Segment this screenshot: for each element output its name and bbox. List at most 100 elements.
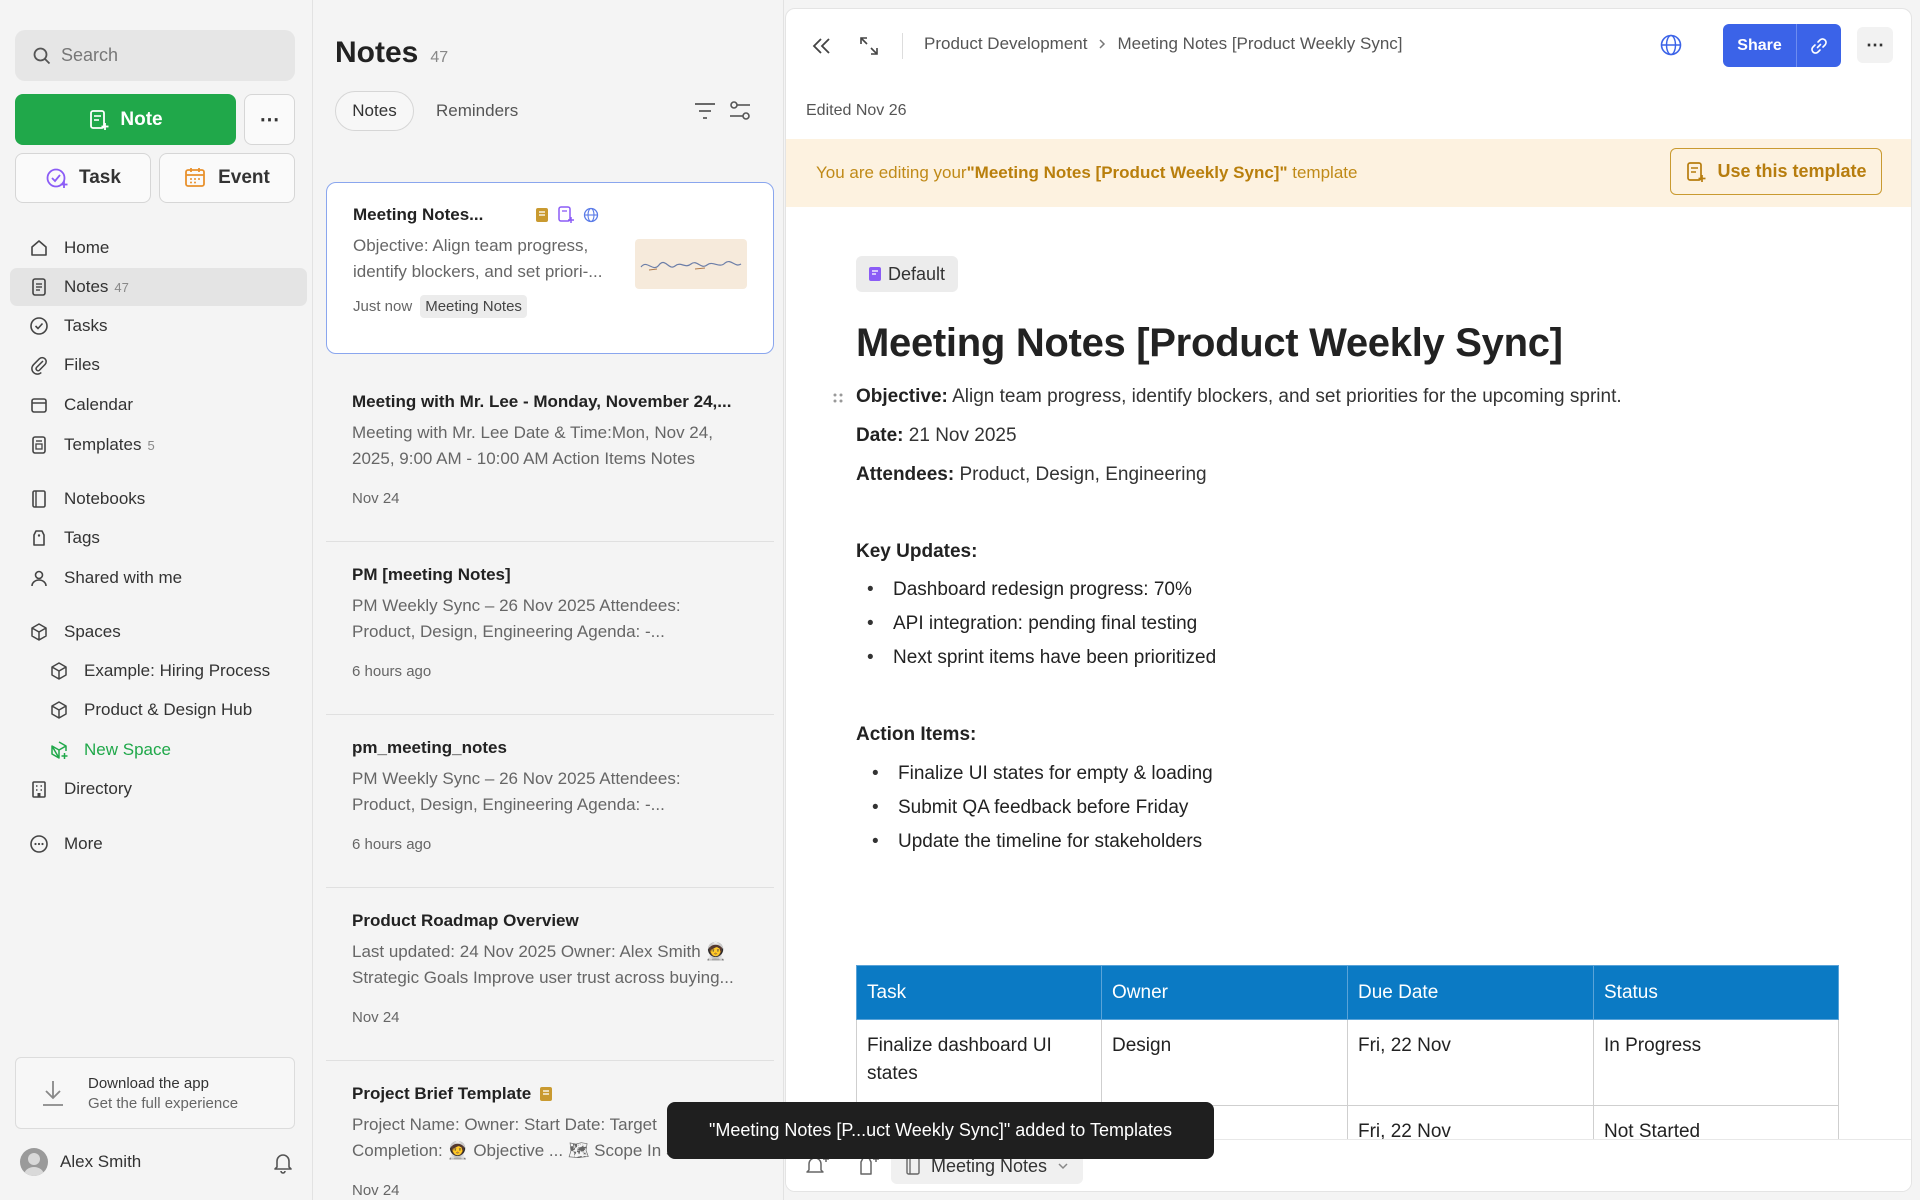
table-cell[interactable]: Fri, 22 Nov [1347, 1019, 1594, 1106]
tab-notes[interactable]: Notes [335, 91, 414, 131]
sidebar-item-spaces[interactable]: Spaces [10, 613, 307, 651]
more-options-button[interactable]: ⋯ [1857, 27, 1893, 63]
sidebar-item-label: Example: Hiring Process [84, 661, 271, 680]
action-items-heading[interactable]: Action Items: [856, 724, 976, 746]
sidebar-item-notebooks[interactable]: Notebooks [10, 480, 307, 518]
drag-handle-icon[interactable] [831, 391, 845, 407]
download-icon [40, 1078, 66, 1108]
date-line[interactable]: Date: 21 Nov 2025 [856, 425, 1017, 447]
note-card-title: Project Brief Template [352, 1084, 532, 1103]
note-card[interactable]: Meeting with Mr. Lee - Monday, November … [326, 370, 774, 542]
note-title[interactable]: Meeting Notes [Product Weekly Sync] [856, 321, 1563, 366]
sidebar-item-templates[interactable]: Templates 5 [10, 426, 307, 464]
note-icon [28, 276, 50, 298]
tab-reminders[interactable]: Reminders [436, 91, 518, 131]
note-editor: Product Development Meeting Notes [Produ… [785, 8, 1912, 1192]
note-card-title: pm_meeting_notes [352, 738, 507, 757]
collapse-panel-icon[interactable] [811, 35, 833, 57]
list-item[interactable]: Next sprint items have been prioritized [867, 647, 1216, 669]
sidebar-item-tags[interactable]: Tags [10, 519, 307, 557]
link-icon[interactable] [1797, 24, 1841, 67]
globe-icon[interactable] [1659, 33, 1683, 57]
list-item[interactable]: Submit QA feedback before Friday [872, 797, 1188, 819]
table-header[interactable]: Owner [1101, 965, 1348, 1020]
cube-icon [48, 660, 70, 682]
sidebar-item-shared[interactable]: Shared with me [10, 559, 307, 597]
key-updates-heading[interactable]: Key Updates: [856, 541, 977, 563]
sidebar-item-space-hiring[interactable]: Example: Hiring Process [10, 652, 307, 690]
sidebar-item-directory[interactable]: Directory [10, 770, 307, 808]
list-item[interactable]: Finalize UI states for empty & loading [872, 763, 1213, 785]
user-profile[interactable]: Alex Smith [20, 1146, 295, 1178]
user-name: Alex Smith [60, 1152, 142, 1171]
filter-icon[interactable] [693, 100, 717, 122]
table-cell[interactable]: Design [1101, 1019, 1348, 1106]
more-create-button[interactable]: ⋯ [244, 94, 295, 145]
key-updates-label: Key Updates: [856, 541, 978, 562]
attendees-text: Product, Design, Engineering [954, 464, 1207, 485]
expand-icon[interactable] [858, 35, 880, 57]
template-icon [28, 434, 50, 456]
table-header[interactable]: Task [856, 965, 1102, 1020]
notebook-icon [905, 1157, 921, 1175]
note-card[interactable]: pm_meeting_notes PM Weekly Sync – 26 Nov… [326, 716, 774, 888]
table-cell[interactable]: Finalize dashboard UI states [856, 1019, 1102, 1106]
sidebar-item-calendar[interactable]: Calendar [10, 386, 307, 424]
note-card-preview: Last updated: 24 Nov 2025 Owner: Alex Sm… [352, 942, 734, 987]
search-placeholder: Search [61, 45, 119, 65]
sidebar-item-home[interactable]: Home [10, 229, 307, 267]
new-note-button[interactable]: Note [15, 94, 236, 145]
list-count: 47 [430, 49, 449, 66]
sidebar-item-label: More [64, 834, 103, 853]
calendar-icon [28, 394, 50, 416]
date-text: 21 Nov 2025 [903, 425, 1017, 446]
search-input[interactable]: Search [15, 30, 295, 81]
note-card-date: Nov 24 [352, 1182, 400, 1199]
attendees-line[interactable]: Attendees: Product, Design, Engineering [856, 464, 1207, 486]
sidebar-item-label: Notes [64, 277, 109, 296]
use-template-button[interactable]: Use this template [1670, 148, 1882, 195]
sidebar-item-space-design[interactable]: Product & Design Hub [10, 691, 307, 729]
sidebar-item-new-space[interactable]: New Space [10, 731, 307, 769]
objective-line[interactable]: Objective: Align team progress, identify… [856, 386, 1622, 408]
sidebar-item-tasks[interactable]: Tasks [10, 307, 307, 345]
sidebar-item-files[interactable]: Files [10, 346, 307, 384]
sidebar-item-notes[interactable]: Notes 47 [10, 268, 307, 306]
objective-label: Objective: [856, 386, 948, 407]
notebook-default-chip[interactable]: Default [856, 256, 959, 292]
sidebar-item-more[interactable]: More [10, 825, 307, 863]
sidebar-item-label: Files [64, 355, 100, 374]
paperclip-icon [28, 354, 50, 376]
breadcrumb-parent[interactable]: Product Development [924, 34, 1087, 54]
list-item[interactable]: API integration: pending final testing [867, 613, 1197, 635]
cube-add-icon [48, 739, 70, 761]
sidebar-item-label: Tags [64, 528, 100, 547]
note-thumbnail [635, 239, 747, 289]
download-title: Download the app [88, 1074, 209, 1092]
list-item[interactable]: Dashboard redesign progress: 70% [867, 579, 1192, 601]
note-card[interactable]: Product Roadmap Overview Last updated: 2… [326, 889, 774, 1061]
table-header[interactable]: Due Date [1347, 965, 1594, 1020]
note-card-title: Meeting Notes... [353, 205, 484, 224]
download-app-banner[interactable]: Download the app Get the full experience [15, 1057, 295, 1129]
bell-icon[interactable] [271, 1150, 295, 1174]
sidebar-item-label: Tasks [64, 316, 108, 335]
new-event-button[interactable]: Event [159, 153, 295, 203]
toast-notification: "Meeting Notes [P...uct Weekly Sync]" ad… [667, 1102, 1214, 1159]
breadcrumb-current: Meeting Notes [Product Weekly Sync] [1117, 34, 1403, 53]
list-item[interactable]: Update the timeline for stakeholders [872, 831, 1202, 853]
chevron-down-icon [1057, 1161, 1069, 1171]
note-card-date: 6 hours ago [352, 663, 432, 680]
note-card[interactable]: PM [meeting Notes] PM Weekly Sync – 26 N… [326, 543, 774, 715]
view-settings-icon[interactable] [728, 100, 752, 122]
banner-template-name: "Meeting Notes [Product Weekly Sync]" [966, 163, 1288, 182]
note-card-selected[interactable]: Meeting Notes... Objective: Align team p… [326, 182, 774, 354]
new-task-button[interactable]: Task [15, 153, 151, 203]
date-label: Date: [856, 425, 904, 446]
table-header[interactable]: Status [1593, 965, 1839, 1020]
cube-icon [28, 621, 50, 643]
share-button[interactable]: Share [1723, 24, 1797, 67]
search-icon [33, 47, 51, 65]
table-row: Finalize dashboard UI states Design Fri,… [856, 1019, 1839, 1106]
table-cell[interactable]: In Progress [1593, 1019, 1839, 1106]
